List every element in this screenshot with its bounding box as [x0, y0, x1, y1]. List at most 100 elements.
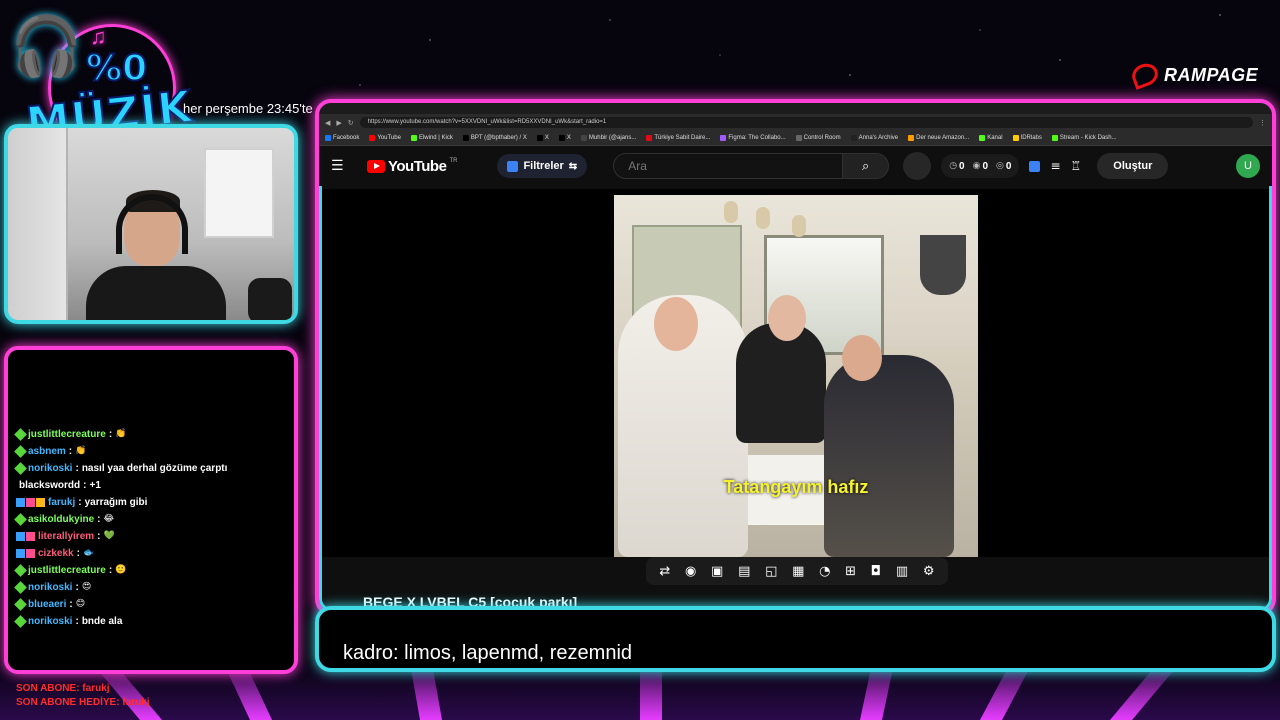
chat-panel: justlittlecreature: 👏 asbnem: 👏 norikoski: na…: [4, 346, 298, 674]
chat-username[interactable]: farukj: [48, 494, 75, 511]
chat-separator: :: [97, 531, 101, 542]
user-badges: [14, 615, 27, 628]
chat-separator: :: [97, 514, 101, 525]
logo-percent: %0: [85, 47, 148, 90]
bookmark-item[interactable]: Elwind | Kick: [410, 135, 453, 141]
rampage-icon: [1129, 60, 1161, 90]
keyboard-icon[interactable]: ▥: [896, 564, 908, 579]
add-box-icon[interactable]: ⊞: [845, 564, 856, 579]
chat-username[interactable]: blueaeri: [28, 596, 66, 613]
bookmark-item[interactable]: Türkiye Sabit Daire...: [646, 135, 710, 141]
bookmark-favicon-icon: [1012, 135, 1019, 141]
chat-username[interactable]: justlittlecreature: [28, 562, 106, 579]
bookmark-item[interactable]: X: [536, 135, 549, 141]
bookmark-favicon-icon: [369, 135, 376, 141]
chat-username[interactable]: blackswordd: [19, 477, 80, 494]
chat-username[interactable]: norikoski: [28, 613, 72, 630]
search-input[interactable]: [613, 153, 844, 179]
chat-message: asikoldukyine: 😂: [14, 511, 286, 528]
user-avatar[interactable]: U: [1236, 154, 1260, 178]
chat-username[interactable]: norikoski: [28, 579, 72, 596]
bookmark-label: Control Room: [803, 135, 841, 141]
broadcast-icon[interactable]: ◉: [685, 564, 696, 579]
youtube-logo[interactable]: YouTube TR: [367, 158, 457, 175]
search-button[interactable]: ⌕: [843, 153, 890, 179]
chat-separator: :: [76, 548, 80, 559]
chat-username[interactable]: justlittlecreature: [28, 426, 106, 443]
webcam-shelf: [8, 128, 68, 320]
emote-icon: 👏: [115, 429, 127, 439]
chat-message: norikoski: nasıl yaa derhal gözüme çarptı: [14, 460, 286, 477]
bookmarks-bar: Facebook YouTube Elwind | Kick BPT (@bpthab…: [319, 131, 1272, 146]
emote-icon: 👏: [75, 446, 87, 456]
badge-icon: [26, 532, 35, 541]
settings-gear-icon[interactable]: ⚙: [923, 564, 935, 579]
list-icon[interactable]: ≡: [1050, 159, 1060, 173]
frame-icon[interactable]: ▦: [792, 564, 804, 579]
bookmark-item[interactable]: Muhbir (@ajans...: [580, 135, 636, 141]
bookmark-favicon-icon: [979, 135, 986, 141]
filters-button[interactable]: Filtreler ⇆: [497, 154, 588, 178]
user-badges: [14, 564, 27, 577]
chat-username[interactable]: cizkekk: [38, 545, 74, 562]
extension-stats[interactable]: ◷ 0 ◉ 0 ◎ 0: [941, 154, 1020, 178]
chat-username[interactable]: asbnem: [28, 443, 66, 460]
forward-icon[interactable]: ▶: [336, 119, 341, 127]
hamburger-menu-icon[interactable]: ☰: [331, 158, 357, 174]
loop-icon[interactable]: ⇄: [659, 564, 670, 579]
browser-window: ◀ ▶ ↻ https://www.youtube.com/watch?v=5X…: [315, 99, 1276, 615]
chat-username[interactable]: literallyirem: [38, 528, 94, 545]
video-player[interactable]: Tatangayım hafız ⇄ ◉ ▣ ▤ ◱ ▦ ◔ ⊞ ◘ ▥ ⚙: [322, 189, 1269, 585]
back-icon[interactable]: ◀: [325, 119, 330, 127]
chat-username[interactable]: norikoski: [28, 460, 72, 477]
reload-icon[interactable]: ↻: [348, 119, 354, 127]
chat-separator: :: [108, 429, 113, 440]
create-button[interactable]: Oluştur: [1097, 153, 1169, 179]
browser-tab-strip[interactable]: [319, 103, 1272, 114]
chat-message: literallyirem: 💚: [16, 528, 286, 545]
user-badges: [16, 532, 35, 541]
bookmark-item[interactable]: Figma: The Collabo...: [720, 135, 786, 141]
speed-icon[interactable]: ◔: [819, 564, 830, 579]
bookmark-item[interactable]: Facebook: [325, 135, 359, 141]
bookmark-item[interactable]: X: [558, 135, 571, 141]
chat-message: asbnem: 👏: [14, 443, 286, 460]
crop-icon[interactable]: ◱: [765, 564, 777, 579]
badge-icon: [14, 581, 27, 594]
bookmark-item[interactable]: Kanal: [979, 135, 1003, 141]
voice-search-button[interactable]: [903, 152, 932, 180]
bookmark-item[interactable]: BPT (@bpthaber) / X: [462, 135, 527, 141]
chat-username[interactable]: asikoldukyine: [28, 511, 94, 528]
bookmark-label: X: [544, 135, 549, 141]
bookmark-item[interactable]: Anna's Archive: [850, 135, 898, 141]
bookmark-item[interactable]: Der neue Amazon...: [908, 135, 969, 141]
chat-message: norikoski: bnde ala: [14, 613, 286, 630]
extensions-icon[interactable]: ⋮: [1259, 119, 1266, 127]
bookmark-favicon-icon: [850, 135, 857, 141]
address-bar-row: ◀ ▶ ↻ https://www.youtube.com/watch?v=5X…: [319, 114, 1272, 131]
clapper-icon[interactable]: ▤: [738, 564, 750, 579]
bookmark-item[interactable]: IDRlabs: [1012, 135, 1042, 141]
badge-icon: [36, 498, 45, 507]
emote-icon: 💚: [103, 531, 115, 541]
eye-icon: ◉: [972, 161, 981, 171]
lyric-overlay: Tatangayım hafız: [723, 477, 869, 497]
bookmark-item[interactable]: Control Room: [795, 135, 841, 141]
sliders-icon: ⇆: [568, 160, 578, 172]
extension-icon[interactable]: [1029, 160, 1041, 172]
sponsor-logo: RAMPAGE: [1129, 60, 1258, 90]
chat-separator: :: [68, 446, 73, 457]
chat-separator: :: [75, 463, 79, 474]
bookmark-item[interactable]: YouTube: [369, 135, 401, 141]
user-badges: [14, 513, 27, 526]
badge-icon: [14, 615, 27, 628]
user-badges: [14, 598, 27, 611]
trophy-icon[interactable]: ♖: [1071, 159, 1082, 173]
emote-icon: 😍: [81, 582, 92, 592]
bookmark-item[interactable]: Stream - Kick Dash...: [1051, 135, 1117, 141]
camera-icon[interactable]: ◘: [871, 564, 881, 579]
bookmark-label: Figma: The Collabo...: [728, 135, 786, 141]
watch-icon[interactable]: ▣: [711, 564, 723, 579]
headphones-icon: 🎧: [10, 12, 83, 80]
address-bar[interactable]: https://www.youtube.com/watch?v=5XXVDNI_…: [359, 117, 1253, 128]
